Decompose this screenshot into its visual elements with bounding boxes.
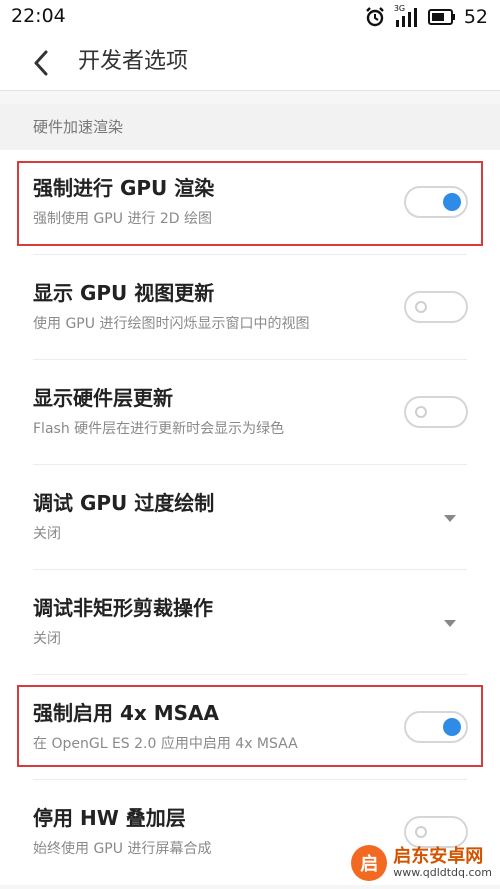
battery-level: 52 xyxy=(463,6,488,28)
setting-debug-gpu-overdraw[interactable]: 调试 GPU 过度绘制 关闭 xyxy=(0,465,500,570)
settings-list: 强制进行 GPU 渲染 强制使用 GPU 进行 2D 绘图 显示 GPU 视图更… xyxy=(0,150,500,885)
setting-subtitle: Flash 硬件层在进行更新时会显示为绿色 xyxy=(33,421,285,437)
watermark-text: 启东安卓网 www.qdldtdq.com xyxy=(393,845,492,879)
watermark-url: www.qdldtdq.com xyxy=(393,865,492,879)
setting-title: 显示 GPU 视图更新 xyxy=(33,281,215,305)
status-time: 22:04 xyxy=(11,5,66,27)
setting-debug-non-rect-clip[interactable]: 调试非矩形剪裁操作 关闭 xyxy=(0,570,500,675)
back-button[interactable] xyxy=(24,46,58,80)
app-header: 开发者选项 xyxy=(0,34,500,91)
watermark-logo: 启 xyxy=(351,845,388,881)
show-gpu-view-updates-toggle[interactable] xyxy=(404,291,468,323)
setting-subtitle: 使用 GPU 进行绘图时闪烁显示窗口中的视图 xyxy=(33,316,310,332)
battery-icon xyxy=(427,9,455,25)
watermark-name: 启东安卓网 xyxy=(393,845,484,867)
toggle-knob xyxy=(415,826,427,838)
section-title: 硬件加速渲染 xyxy=(33,118,124,136)
setting-show-gpu-view-updates[interactable]: 显示 GPU 视图更新 使用 GPU 进行绘图时闪烁显示窗口中的视图 xyxy=(0,255,500,360)
highlight-box-force-gpu xyxy=(17,161,483,246)
setting-show-hw-layer-updates[interactable]: 显示硬件层更新 Flash 硬件层在进行更新时会显示为绿色 xyxy=(0,360,500,465)
signal-bars-icon xyxy=(395,8,417,27)
setting-title: 调试 GPU 过度绘制 xyxy=(33,491,215,515)
signal-icon: 3G xyxy=(394,4,420,28)
toggle-knob xyxy=(415,406,427,418)
page-title: 开发者选项 xyxy=(78,49,189,74)
alarm-icon xyxy=(365,7,384,27)
setting-value: 关闭 xyxy=(33,631,61,647)
status-bar: 22:04 3G 52 xyxy=(0,0,500,34)
setting-title: 停用 HW 叠加层 xyxy=(33,806,186,830)
setting-title: 调试非矩形剪裁操作 xyxy=(33,596,213,620)
toggle-knob xyxy=(415,301,427,313)
highlight-box-4x-msaa xyxy=(17,685,483,767)
setting-title: 显示硬件层更新 xyxy=(33,386,173,410)
section-header: 硬件加速渲染 xyxy=(0,104,500,150)
back-arrow-icon xyxy=(34,50,48,76)
setting-subtitle: 始终使用 GPU 进行屏幕合成 xyxy=(33,841,212,857)
status-icons: 3G 52 xyxy=(364,4,488,30)
dropdown-arrow-icon[interactable] xyxy=(444,515,456,522)
dropdown-arrow-icon[interactable] xyxy=(444,620,456,627)
setting-value: 关闭 xyxy=(33,526,61,542)
show-hw-layer-updates-toggle[interactable] xyxy=(404,396,468,428)
watermark: 启 启东安卓网 www.qdldtdq.com xyxy=(351,845,492,881)
disable-hw-overlays-toggle[interactable] xyxy=(404,816,468,848)
